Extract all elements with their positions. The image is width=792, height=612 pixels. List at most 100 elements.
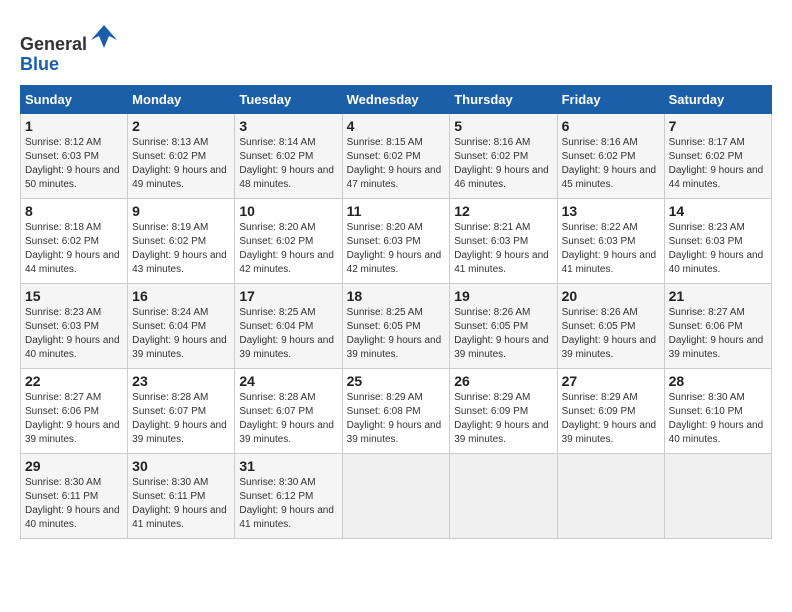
day-info: Sunrise: 8:21 AMSunset: 6:03 PMDaylight:… — [454, 221, 552, 277]
calendar-cell: 4 Sunrise: 8:15 AMSunset: 6:02 PMDaylight… — [342, 113, 450, 198]
day-number: 21 — [669, 288, 767, 304]
calendar-cell: 25 Sunrise: 8:29 AMSunset: 6:08 PMDayligh… — [342, 368, 450, 453]
day-info: Sunrise: 8:27 AMSunset: 6:06 PMDaylight:… — [669, 306, 767, 362]
day-number: 20 — [562, 288, 660, 304]
day-info: Sunrise: 8:26 AMSunset: 6:05 PMDaylight:… — [562, 306, 660, 362]
day-info: Sunrise: 8:28 AMSunset: 6:07 PMDaylight:… — [239, 391, 337, 447]
weekday-header-thursday: Thursday — [450, 85, 557, 113]
week-row: 8 Sunrise: 8:18 AMSunset: 6:02 PMDaylight… — [21, 198, 772, 283]
day-info: Sunrise: 8:30 AMSunset: 6:11 PMDaylight:… — [25, 476, 123, 532]
day-info: Sunrise: 8:29 AMSunset: 6:09 PMDaylight:… — [562, 391, 660, 447]
day-info: Sunrise: 8:29 AMSunset: 6:08 PMDaylight:… — [347, 391, 446, 447]
logo: General Blue — [20, 20, 119, 75]
calendar-cell: 26Sunrise: 8:29 AMSunset: 6:09 PMDayligh… — [450, 368, 557, 453]
calendar-cell: 20 Sunrise: 8:26 AMSunset: 6:05 PMDayligh… — [557, 283, 664, 368]
day-number: 3 — [239, 118, 337, 134]
calendar-cell — [664, 453, 771, 538]
calendar-cell: 19Sunrise: 8:26 AMSunset: 6:05 PMDayligh… — [450, 283, 557, 368]
page-header: General Blue — [20, 20, 772, 75]
day-number: 8 — [25, 203, 123, 219]
day-info: Sunrise: 8:30 AMSunset: 6:12 PMDaylight:… — [239, 476, 337, 532]
day-info: Sunrise: 8:22 AMSunset: 6:03 PMDaylight:… — [562, 221, 660, 277]
day-info: Sunrise: 8:20 AMSunset: 6:03 PMDaylight:… — [347, 221, 446, 277]
day-number: 6 — [562, 118, 660, 134]
day-info: Sunrise: 8:18 AMSunset: 6:02 PMDaylight:… — [25, 221, 123, 277]
calendar-cell: 3 Sunrise: 8:14 AMSunset: 6:02 PMDaylight… — [235, 113, 342, 198]
day-number: 12 — [454, 203, 552, 219]
calendar-cell: 15 Sunrise: 8:23 AMSunset: 6:03 PMDayligh… — [21, 283, 128, 368]
day-info: Sunrise: 8:16 AMSunset: 6:02 PMDaylight:… — [454, 136, 552, 192]
day-number: 11 — [347, 203, 446, 219]
calendar-cell: 21 Sunrise: 8:27 AMSunset: 6:06 PMDayligh… — [664, 283, 771, 368]
day-info: Sunrise: 8:14 AMSunset: 6:02 PMDaylight:… — [239, 136, 337, 192]
calendar-cell: 13 Sunrise: 8:22 AMSunset: 6:03 PMDayligh… — [557, 198, 664, 283]
calendar-body: 1Sunrise: 8:12 AMSunset: 6:03 PMDaylight… — [21, 113, 772, 538]
calendar-cell: 6 Sunrise: 8:16 AMSunset: 6:02 PMDaylight… — [557, 113, 664, 198]
day-info: Sunrise: 8:20 AMSunset: 6:02 PMDaylight:… — [239, 221, 337, 277]
weekday-header-saturday: Saturday — [664, 85, 771, 113]
day-info: Sunrise: 8:15 AMSunset: 6:02 PMDaylight:… — [347, 136, 446, 192]
day-number: 25 — [347, 373, 446, 389]
day-number: 26 — [454, 373, 552, 389]
calendar-cell: 8 Sunrise: 8:18 AMSunset: 6:02 PMDaylight… — [21, 198, 128, 283]
calendar-cell: 10 Sunrise: 8:20 AMSunset: 6:02 PMDayligh… — [235, 198, 342, 283]
calendar-cell: 5 Sunrise: 8:16 AMSunset: 6:02 PMDaylight… — [450, 113, 557, 198]
calendar-cell — [342, 453, 450, 538]
calendar-cell: 1Sunrise: 8:12 AMSunset: 6:03 PMDaylight… — [21, 113, 128, 198]
day-number: 28 — [669, 373, 767, 389]
calendar-header: SundayMondayTuesdayWednesdayThursdayFrid… — [21, 85, 772, 113]
week-row: 22Sunrise: 8:27 AMSunset: 6:06 PMDayligh… — [21, 368, 772, 453]
weekday-header-sunday: Sunday — [21, 85, 128, 113]
week-row: 1Sunrise: 8:12 AMSunset: 6:03 PMDaylight… — [21, 113, 772, 198]
day-info: Sunrise: 8:30 AMSunset: 6:11 PMDaylight:… — [132, 476, 230, 532]
calendar-cell: 7 Sunrise: 8:17 AMSunset: 6:02 PMDaylight… — [664, 113, 771, 198]
day-number: 31 — [239, 458, 337, 474]
calendar-cell — [450, 453, 557, 538]
weekday-header-tuesday: Tuesday — [235, 85, 342, 113]
day-number: 15 — [25, 288, 123, 304]
day-info: Sunrise: 8:19 AMSunset: 6:02 PMDaylight:… — [132, 221, 230, 277]
day-number: 7 — [669, 118, 767, 134]
day-number: 2 — [132, 118, 230, 134]
day-number: 13 — [562, 203, 660, 219]
day-number: 30 — [132, 458, 230, 474]
calendar-cell: 9Sunrise: 8:19 AMSunset: 6:02 PMDaylight… — [128, 198, 235, 283]
calendar-cell: 31 Sunrise: 8:30 AMSunset: 6:12 PMDayligh… — [235, 453, 342, 538]
day-number: 5 — [454, 118, 552, 134]
day-info: Sunrise: 8:13 AMSunset: 6:02 PMDaylight:… — [132, 136, 230, 192]
day-number: 29 — [25, 458, 123, 474]
calendar-cell: 17Sunrise: 8:25 AMSunset: 6:04 PMDayligh… — [235, 283, 342, 368]
week-row: 29 Sunrise: 8:30 AMSunset: 6:11 PMDayligh… — [21, 453, 772, 538]
calendar-cell: 12 Sunrise: 8:21 AMSunset: 6:03 PMDayligh… — [450, 198, 557, 283]
logo-blue: Blue — [20, 54, 59, 74]
weekday-header-friday: Friday — [557, 85, 664, 113]
calendar-table: SundayMondayTuesdayWednesdayThursdayFrid… — [20, 85, 772, 539]
day-info: Sunrise: 8:16 AMSunset: 6:02 PMDaylight:… — [562, 136, 660, 192]
day-info: Sunrise: 8:17 AMSunset: 6:02 PMDaylight:… — [669, 136, 767, 192]
day-info: Sunrise: 8:23 AMSunset: 6:03 PMDaylight:… — [669, 221, 767, 277]
day-number: 23 — [132, 373, 230, 389]
calendar-cell — [557, 453, 664, 538]
day-info: Sunrise: 8:25 AMSunset: 6:05 PMDaylight:… — [347, 306, 446, 362]
day-info: Sunrise: 8:24 AMSunset: 6:04 PMDaylight:… — [132, 306, 230, 362]
day-number: 4 — [347, 118, 446, 134]
day-number: 10 — [239, 203, 337, 219]
day-number: 22 — [25, 373, 123, 389]
calendar-cell: 30 Sunrise: 8:30 AMSunset: 6:11 PMDayligh… — [128, 453, 235, 538]
day-number: 27 — [562, 373, 660, 389]
day-info: Sunrise: 8:26 AMSunset: 6:05 PMDaylight:… — [454, 306, 552, 362]
calendar-cell: 11 Sunrise: 8:20 AMSunset: 6:03 PMDayligh… — [342, 198, 450, 283]
calendar-cell: 27 Sunrise: 8:29 AMSunset: 6:09 PMDayligh… — [557, 368, 664, 453]
day-number: 24 — [239, 373, 337, 389]
day-info: Sunrise: 8:30 AMSunset: 6:10 PMDaylight:… — [669, 391, 767, 447]
weekday-header-wednesday: Wednesday — [342, 85, 450, 113]
day-number: 17 — [239, 288, 337, 304]
day-number: 14 — [669, 203, 767, 219]
day-number: 18 — [347, 288, 446, 304]
day-info: Sunrise: 8:28 AMSunset: 6:07 PMDaylight:… — [132, 391, 230, 447]
calendar-cell: 14 Sunrise: 8:23 AMSunset: 6:03 PMDayligh… — [664, 198, 771, 283]
day-info: Sunrise: 8:23 AMSunset: 6:03 PMDaylight:… — [25, 306, 123, 362]
day-info: Sunrise: 8:12 AMSunset: 6:03 PMDaylight:… — [25, 136, 123, 192]
weekday-header-monday: Monday — [128, 85, 235, 113]
calendar-cell: 18 Sunrise: 8:25 AMSunset: 6:05 PMDayligh… — [342, 283, 450, 368]
